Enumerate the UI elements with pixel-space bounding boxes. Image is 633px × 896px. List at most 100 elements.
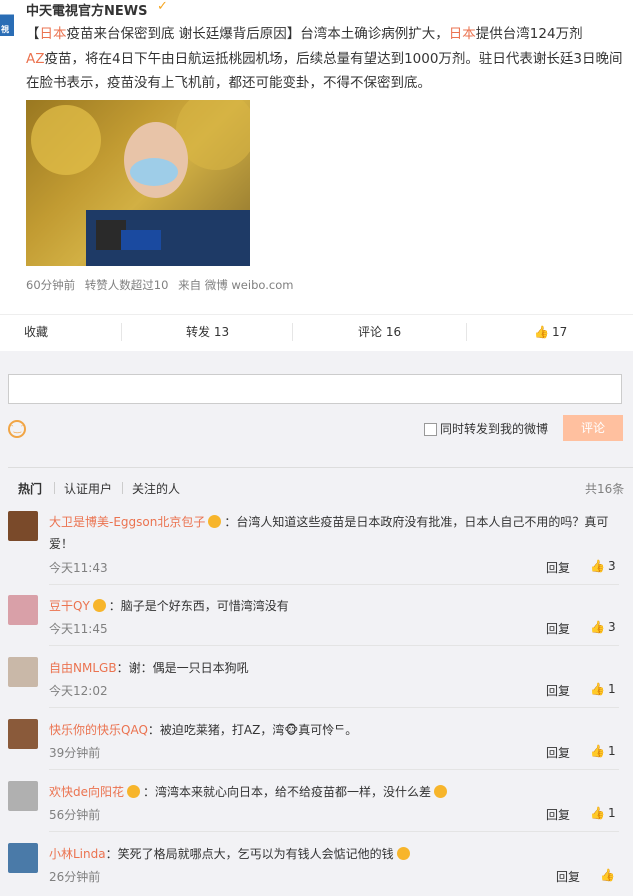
tabs-divider xyxy=(8,467,633,468)
also-repost-label[interactable]: 同时转发到我的微博 xyxy=(440,420,548,437)
bracket-open: 【 xyxy=(26,26,40,42)
thumb-up-icon: 👍 xyxy=(590,559,605,573)
keyword-az-link[interactable]: AZ xyxy=(26,51,44,67)
reply-button[interactable]: 回复 xyxy=(546,806,570,823)
emoji-icon[interactable]: ᵔ‿ᵔ xyxy=(8,420,26,438)
post-text-part3: 疫苗，将在4日下午由日航运抵桃园机场，后续总量有望达到1000万剂。驻日代表谢长… xyxy=(26,50,623,92)
comment-like-button[interactable]: 👍 xyxy=(600,868,618,882)
comment-body: 快乐你的快乐QAQ：被迫吃莱猪，打AZ，湾🐵真可怜ᄃ。 xyxy=(49,719,619,741)
like-count: 17 xyxy=(551,325,568,339)
divider xyxy=(49,831,619,832)
favorite-button[interactable]: 收藏 xyxy=(24,315,48,349)
divider xyxy=(49,584,619,585)
comment-text: ：脑子是个好东西，可惜湾湾没有 xyxy=(108,599,289,613)
comment-like-count: 1 xyxy=(607,744,616,758)
comment-body: 豆干QY ：脑子是个好东西，可惜湾湾没有 xyxy=(49,595,619,617)
comment-like-button[interactable]: 👍 1 xyxy=(590,744,616,758)
reply-button[interactable]: 回复 xyxy=(556,868,580,885)
reply-button[interactable]: 回复 xyxy=(546,744,570,761)
comment-time[interactable]: 26分钟前 xyxy=(49,868,100,885)
comment-author[interactable]: 大卫是博美-Eggson北京包子 xyxy=(49,515,205,529)
divider xyxy=(54,482,55,494)
thumb-up-icon: 👍 xyxy=(590,744,605,758)
reply-button[interactable]: 回复 xyxy=(546,682,570,699)
comment-like-button[interactable]: 👍 1 xyxy=(590,682,616,696)
divider xyxy=(49,707,619,708)
comment-author[interactable]: 自由NMLGB xyxy=(49,661,117,675)
comment-body: 小林Linda：笑死了格局就哪点大，乞丐以为有钱人会惦记他的钱 xyxy=(49,843,619,865)
submit-comment-button[interactable]: 评论 xyxy=(563,415,623,441)
post-text-part2: 提供台湾124万剂 xyxy=(475,26,583,42)
post-reposts-note: 转赞人数超过10 xyxy=(84,278,169,292)
comment-text: ：笑死了格局就哪点大，乞丐以为有钱人会惦记他的钱 xyxy=(105,847,394,861)
comment-author[interactable]: 快乐你的快乐QAQ xyxy=(49,723,148,737)
thumb-up-icon: 👍 xyxy=(600,868,615,882)
verified-icon: ✓ xyxy=(157,0,168,14)
avatar[interactable] xyxy=(8,657,38,687)
comment-like-count: 3 xyxy=(607,620,616,634)
thumb-up-icon: 👍 xyxy=(590,682,605,696)
post-time[interactable]: 60分钟前 xyxy=(26,278,75,292)
avatar[interactable] xyxy=(8,719,38,749)
avatar[interactable] xyxy=(8,511,38,541)
comment-author[interactable]: 小林Linda xyxy=(49,847,106,861)
comment-body: 自由NMLGB：谢：偶是一只日本狗吼 xyxy=(49,657,619,679)
also-repost-checkbox[interactable] xyxy=(424,423,437,436)
photo-illustration xyxy=(26,100,250,266)
comment-author[interactable]: 豆干QY xyxy=(49,599,90,613)
comment-text: ：谢：偶是一只日本狗吼 xyxy=(116,661,249,675)
post-text: 【日本疫苗来台保密到底 谢长廷爆背后原因】台湾本土确诊病例扩大，日本提供台湾12… xyxy=(26,22,626,96)
comment-time[interactable]: 今天11:45 xyxy=(49,620,108,637)
comment-like-count: 1 xyxy=(607,682,616,696)
post-meta: 60分钟前 转赞人数超过10 来自 微博 weibo.com xyxy=(26,277,299,293)
divider xyxy=(49,769,619,770)
comment-text: ：湾湾本来就心向日本，给不给疫苗都一样，没什么差 xyxy=(143,785,432,799)
reply-button[interactable]: 回复 xyxy=(546,620,570,637)
action-bar: 收藏 转发 13 评论 16 👍 17 xyxy=(0,314,633,349)
tab-following[interactable]: 关注的人 xyxy=(132,480,180,497)
comment-body: 大卫是博美-Eggson北京包子 ：台湾人知道这些疫苗是日本政府没有批准，日本人自… xyxy=(49,511,619,555)
post-source[interactable]: 来自 微博 weibo.com xyxy=(178,278,293,292)
tab-verified[interactable]: 认证用户 xyxy=(64,480,112,497)
divider xyxy=(122,482,123,494)
divider xyxy=(121,323,122,341)
logo-text: 視 xyxy=(1,25,9,34)
comment-time[interactable]: 今天12:02 xyxy=(49,682,108,699)
badge-icon xyxy=(208,515,222,528)
thumb-up-icon: 👍 xyxy=(590,620,605,634)
comment-like-count: 1 xyxy=(607,806,616,820)
divider xyxy=(49,645,619,646)
tab-hot[interactable]: 热门 xyxy=(18,480,42,497)
comment-like-button[interactable]: 👍 3 xyxy=(590,620,616,634)
news-logo[interactable]: 視 xyxy=(0,0,14,36)
repost-button[interactable]: 转发 13 xyxy=(186,315,229,349)
comment-like-count: 3 xyxy=(607,559,616,573)
comment-text: ：被迫吃莱猪，打AZ，湾🐵真可怜ᄃ。 xyxy=(147,723,358,737)
keyword-japan-link-2[interactable]: 日本 xyxy=(449,26,476,42)
comment-time[interactable]: 56分钟前 xyxy=(49,806,100,823)
avatar[interactable] xyxy=(8,595,38,625)
avatar[interactable] xyxy=(8,781,38,811)
reply-button[interactable]: 回复 xyxy=(546,559,570,576)
comment-button[interactable]: 评论 16 xyxy=(358,315,401,349)
post-text-part1: 疫苗来台保密到底 谢长廷爆背后原因】台湾本土确诊病例扩大， xyxy=(66,26,449,42)
comment-input[interactable] xyxy=(8,374,622,404)
comment-like-button[interactable]: 👍 3 xyxy=(590,559,616,573)
post-author[interactable]: 中天電視官方NEWS xyxy=(26,0,147,19)
keyword-japan-link[interactable]: 日本 xyxy=(40,26,67,42)
comment-time[interactable]: 39分钟前 xyxy=(49,744,100,761)
comment-time[interactable]: 今天11:43 xyxy=(49,559,108,576)
badge-icon xyxy=(127,785,141,798)
thumb-up-icon: 👍 xyxy=(534,325,549,339)
avatar[interactable] xyxy=(8,843,38,873)
comment-author[interactable]: 欢快de向阳花 xyxy=(49,785,124,799)
emoji-icon xyxy=(396,847,410,860)
post-photo[interactable] xyxy=(26,100,250,266)
divider xyxy=(292,323,293,341)
like-button[interactable]: 👍 17 xyxy=(534,315,567,349)
badge-icon xyxy=(92,599,106,612)
comment-like-button[interactable]: 👍 1 xyxy=(590,806,616,820)
comment-total: 共16条 xyxy=(585,482,625,496)
comment-body: 欢快de向阳花 ：湾湾本来就心向日本，给不给疫苗都一样，没什么差 xyxy=(49,781,619,803)
thumb-up-icon: 👍 xyxy=(590,806,605,820)
